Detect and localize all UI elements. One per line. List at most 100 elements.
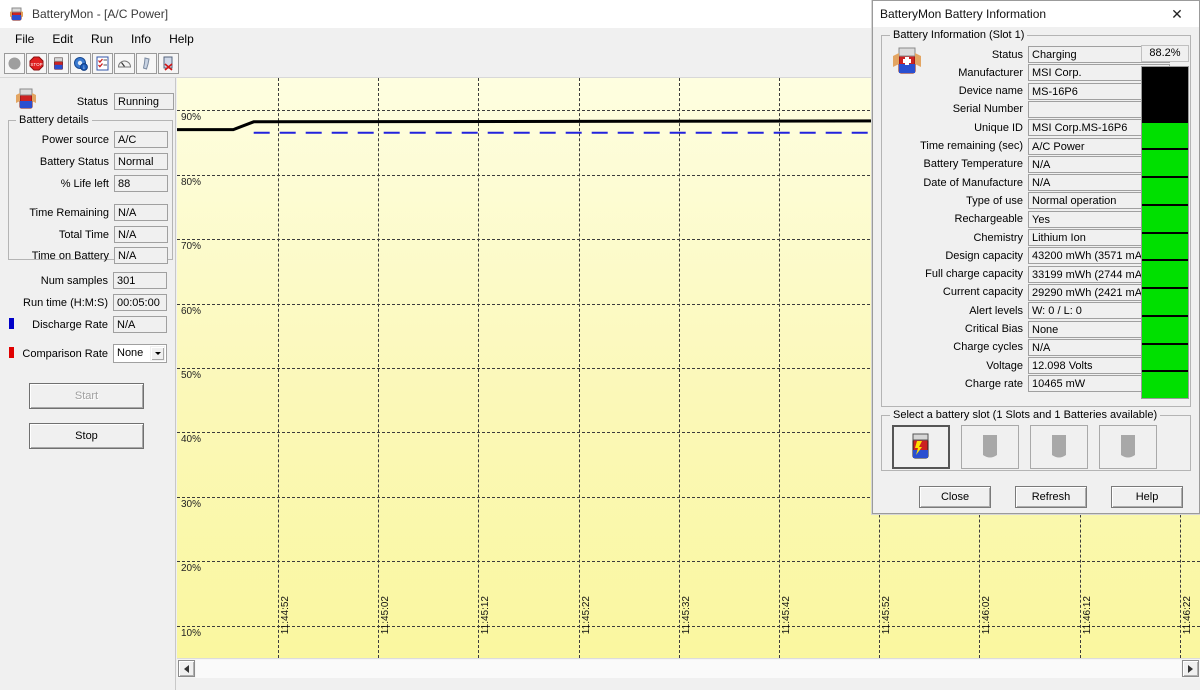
- dialog-info-row: Full charge capacity33199 mWh (2744 mAh): [888, 266, 1170, 283]
- row-comparison-rate: Comparison Rate None: [9, 344, 167, 363]
- scroll-left-button[interactable]: [178, 660, 195, 677]
- chart-x-tick-label: 11:46:12: [1082, 596, 1093, 634]
- dialog-info-row: Voltage12.098 Volts: [888, 357, 1170, 374]
- chevron-down-icon[interactable]: [150, 346, 165, 361]
- battery-icon: [8, 5, 25, 22]
- dialog-info-row: Design capacity43200 mWh (3571 mAh): [888, 247, 1170, 264]
- dialog-info-label: Manufacturer: [888, 67, 1028, 79]
- gauge-segment: [1142, 261, 1188, 289]
- dialog-titlebar: BatteryMon Battery Information ✕: [873, 1, 1199, 28]
- dialog-info-row: Date of ManufactureN/A: [888, 174, 1170, 191]
- total-time-value: N/A: [114, 226, 168, 243]
- dialog-info-row: Battery TemperatureN/A: [888, 156, 1170, 173]
- chart-x-tick-label: 11:45:02: [380, 596, 391, 634]
- power-button[interactable]: [136, 53, 157, 74]
- menu-item-help[interactable]: Help: [160, 30, 203, 48]
- dialog-info-row: StatusCharging: [888, 46, 1170, 63]
- dialog-info-label: Unique ID: [888, 122, 1028, 134]
- dialog-info-label: Alert levels: [888, 305, 1028, 317]
- battery-slot-4[interactable]: [1099, 425, 1157, 469]
- dialog-button-row: Close Refresh Help: [919, 486, 1183, 508]
- run-time-value: 00:05:00: [113, 294, 167, 311]
- start-button[interactable]: Start: [29, 383, 144, 409]
- chart-y-tick-label: 50%: [181, 370, 201, 381]
- dialog-info-label: Current capacity: [888, 286, 1028, 298]
- sidebar: Status Running Battery details Power sou…: [0, 78, 176, 690]
- refresh-button[interactable]: Refresh: [1015, 486, 1087, 508]
- total-time-label: Total Time: [10, 229, 114, 241]
- life-left-value: 88: [114, 175, 168, 192]
- dialog-info-label: Rechargeable: [888, 213, 1028, 225]
- diagnostics-button[interactable]: [158, 53, 179, 74]
- row-discharge-rate: Discharge Rate N/A: [9, 316, 167, 333]
- help-button[interactable]: Help: [1111, 486, 1183, 508]
- battery-slot-3[interactable]: [1030, 425, 1088, 469]
- scroll-right-button[interactable]: [1182, 660, 1199, 677]
- battery-information-group: Battery Information (Slot 1) StatusCharg…: [881, 35, 1191, 407]
- run-time-label: Run time (H:M:S): [9, 297, 113, 309]
- dialog-info-row: Type of useNormal operation: [888, 192, 1170, 209]
- battery-slot-2[interactable]: [961, 425, 1019, 469]
- power-source-value: A/C: [114, 131, 168, 148]
- dialog-info-label: Full charge capacity: [888, 268, 1028, 280]
- chart-y-tick-label: 70%: [181, 241, 201, 252]
- row-total-time: Total Time N/A: [10, 226, 168, 243]
- dialog-info-label: Battery Temperature: [888, 158, 1028, 170]
- battery-slot-group: Select a battery slot (1 Slots and 1 Bat…: [881, 415, 1191, 471]
- stop-button[interactable]: Stop: [29, 423, 144, 449]
- dialog-info-label: Device name: [888, 85, 1028, 97]
- row-battery-status: Battery Status Normal: [10, 153, 168, 170]
- menu-item-edit[interactable]: Edit: [43, 30, 82, 48]
- chart-x-tick-label: 11:46:22: [1182, 596, 1193, 634]
- comparison-rate-select[interactable]: None: [113, 344, 167, 363]
- chart-x-tick-label: 11:45:42: [781, 596, 792, 634]
- chart-x-tick-label: 11:45:12: [480, 596, 491, 634]
- close-icon[interactable]: ✕: [1155, 1, 1199, 27]
- dialog-info-label: Time remaining (sec): [888, 140, 1028, 152]
- dialog-info-row: Unique IDMSI Corp.MS-16P6: [888, 119, 1170, 136]
- close-button[interactable]: Close: [919, 486, 991, 508]
- row-time-on-battery: Time on Battery N/A: [10, 247, 168, 264]
- battery-info-button[interactable]: [48, 53, 69, 74]
- start-button[interactable]: [4, 53, 25, 74]
- svg-text:STOP: STOP: [30, 62, 42, 67]
- dialog-info-row: Current capacity29290 mWh (2421 mAh): [888, 284, 1170, 301]
- dialog-title: BatteryMon Battery Information: [880, 7, 1046, 21]
- battery-slot-1[interactable]: [892, 425, 950, 469]
- chart-y-tick-label: 90%: [181, 112, 201, 123]
- chart-x-tick-label: 11:46:02: [981, 596, 992, 634]
- stop-button[interactable]: STOP: [26, 53, 47, 74]
- gauge-segment: [1142, 67, 1188, 95]
- chart-y-tick-label: 40%: [181, 434, 201, 445]
- num-samples-label: Num samples: [9, 275, 113, 287]
- battery-details-group: Battery details Power source A/C Battery…: [8, 120, 173, 260]
- menu-item-info[interactable]: Info: [122, 30, 160, 48]
- report-button[interactable]: [92, 53, 113, 74]
- time-on-battery-label: Time on Battery: [10, 250, 114, 262]
- dialog-info-label: Date of Manufacture: [888, 177, 1028, 189]
- dialog-info-label: Voltage: [888, 360, 1028, 372]
- menu-item-run[interactable]: Run: [82, 30, 122, 48]
- scrollbar-track[interactable]: [196, 660, 1181, 678]
- dialog-info-label: Status: [888, 49, 1028, 61]
- dialog-info-row: Device nameMS-16P6: [888, 83, 1170, 100]
- row-num-samples: Num samples 301: [9, 272, 167, 289]
- dialog-info-row: Critical BiasNone: [888, 321, 1170, 338]
- gauge-segment: [1142, 150, 1188, 178]
- chart-horizontal-scrollbar[interactable]: [177, 658, 1200, 678]
- chart-x-tick-label: 11:45:52: [881, 596, 892, 634]
- menu-item-file[interactable]: File: [6, 30, 43, 48]
- dialog-info-row: RechargeableYes: [888, 211, 1170, 228]
- battery-icon: [12, 86, 40, 112]
- gauge-button[interactable]: [114, 53, 135, 74]
- settings-button[interactable]: i: [70, 53, 91, 74]
- time-remaining-label: Time Remaining: [10, 207, 114, 219]
- time-remaining-value: N/A: [114, 204, 168, 221]
- battery-status-label: Battery Status: [10, 156, 114, 168]
- status-value: Running: [114, 93, 174, 110]
- time-on-battery-value: N/A: [114, 247, 168, 264]
- battery-status-value: Normal: [114, 153, 168, 170]
- battery-information-dialog: BatteryMon Battery Information ✕ Battery…: [872, 0, 1200, 514]
- dialog-info-row: ChemistryLithium Ion: [888, 229, 1170, 246]
- dialog-info-row: ManufacturerMSI Corp.: [888, 64, 1170, 81]
